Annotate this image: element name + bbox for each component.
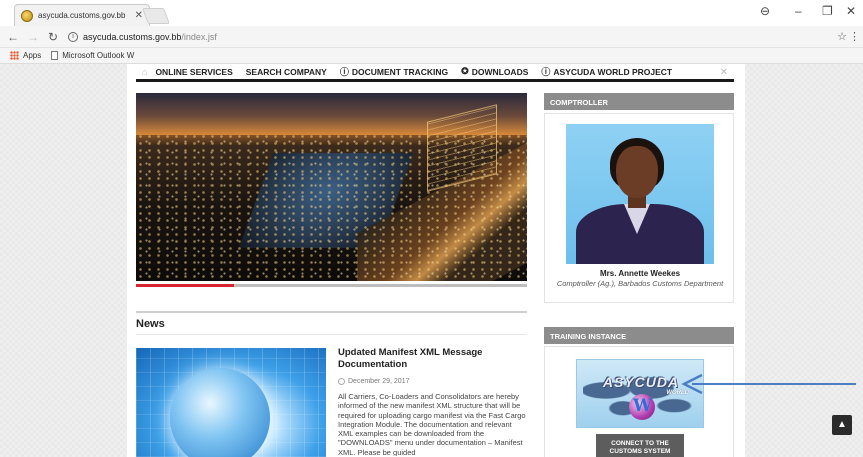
window-close-icon[interactable]: ✕ [846,4,856,18]
site-info-icon[interactable]: i [68,31,78,42]
hero-slider-image[interactable] [136,93,527,281]
nav-shuffle-icon[interactable]: ✕ [720,67,728,78]
bookmark-apps[interactable]: Apps [10,51,41,60]
nav-document-tracking[interactable]: ⓘ DOCUMENT TRACKING [340,65,448,78]
comptroller-heading: COMPTROLLER [544,93,734,110]
bookmark-label: Microsoft Outlook W [62,51,135,60]
address-bar[interactable]: i asycuda.customs.gov.bb/index.jsf [68,31,217,42]
news-article-image[interactable] [136,348,326,457]
globe-image [170,368,270,457]
comptroller-box: Mrs. Annette Weekes Comptroller (Ag.), B… [544,113,734,303]
tab-close-icon[interactable]: ✕ [135,10,143,21]
restore-icon[interactable]: ❐ [822,4,833,18]
comptroller-role: Comptroller (Ag.), Barbados Customs Depa… [556,279,724,288]
reload-icon[interactable]: ↻ [46,30,60,44]
article-body: All Carriers, Co-Loaders and Consolidato… [338,392,526,456]
forward-icon[interactable]: → [26,30,40,44]
news-heading: News [136,318,165,330]
apps-grid-icon [10,51,19,60]
page-viewport: ⌂ ONLINE SERVICES SEARCH COMPANY ⓘ DOCUME… [0,64,863,457]
url-host: asycuda.customs.gov.bb [83,31,182,42]
bookmark-outlook[interactable]: Microsoft Outlook W [51,51,134,60]
nav-online-services[interactable]: ONLINE SERVICES [155,67,232,77]
info-icon: ⓘ [339,67,349,77]
slider-progress [136,284,527,287]
download-icon: ✪ [461,66,469,76]
page-icon [51,51,59,60]
browser-tabstrip: asycuda.customs.gov.bb ✕ ⊖ – ❐ ✕ [0,0,863,26]
article-title[interactable]: Updated Manifest XML Message Documentati… [338,347,528,371]
tab-title: asycuda.customs.gov.bb [38,11,126,20]
profile-icon[interactable]: ⊖ [760,4,770,18]
info-icon: ⓘ [541,67,551,77]
comptroller-photo [566,124,714,264]
clock-icon [338,378,345,385]
annotation-arrow-icon [681,374,856,394]
new-tab-button[interactable] [142,8,170,24]
training-instance-box: ASYCUDA WORLD W CONNECT TO THE CUSTOMS S… [544,346,734,457]
divider [136,334,527,335]
back-icon[interactable]: ← [6,30,20,44]
news-article: Updated Manifest XML Message Documentati… [338,347,528,456]
divider [136,311,527,313]
scroll-to-top-button[interactable]: ▲ [832,415,852,435]
main-nav: ⌂ ONLINE SERVICES SEARCH COMPANY ⓘ DOCUME… [136,64,734,82]
page-content: ⌂ ONLINE SERVICES SEARCH COMPANY ⓘ DOCUME… [127,64,745,457]
nav-downloads[interactable]: ✪ DOWNLOADS [461,66,528,77]
browser-tab[interactable]: asycuda.customs.gov.bb ✕ [14,4,150,26]
bookmarks-bar: Apps Microsoft Outlook W [0,48,863,64]
home-icon[interactable]: ⌂ [142,67,147,77]
training-instance-heading: TRAINING INSTANCE [544,327,734,344]
connect-customs-system-button[interactable]: CONNECT TO THE CUSTOMS SYSTEM [596,434,684,457]
nav-asycuda-world-project[interactable]: ⓘ ASYCUDA WORLD PROJECT [541,65,672,78]
bookmark-star-icon[interactable]: ☆ [837,30,847,43]
url-path: /index.jsf [181,31,217,42]
nav-search-company[interactable]: SEARCH COMPANY [246,67,327,77]
browser-menu-icon[interactable]: ⋮ [849,30,860,43]
browser-toolbar: ← → ↻ i asycuda.customs.gov.bb/index.jsf [0,26,863,48]
minimize-icon[interactable]: – [795,4,802,18]
comptroller-name: Mrs. Annette Weekes [599,269,681,278]
article-date: December 29, 2017 [338,378,528,385]
site-favicon-icon [21,9,33,22]
bookmark-label: Apps [23,51,42,60]
